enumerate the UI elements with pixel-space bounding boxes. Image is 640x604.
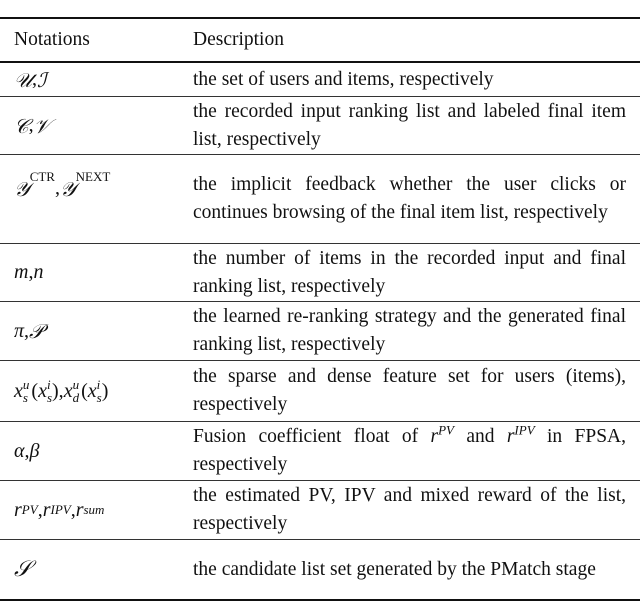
description-cell: the candidate list set generated by the … (193, 540, 626, 599)
notation-symbol: α (14, 439, 25, 462)
description-cell: Fusion coefficient float of rPV and rIPV… (193, 422, 626, 480)
description-cell: the estimated PV, IPV and mixed reward o… (193, 481, 626, 539)
notation-symbol: π (14, 319, 25, 342)
notation-cell: π, 𝒫 (14, 319, 44, 343)
description-cell: the implicit feedback whether the user c… (193, 155, 626, 243)
description-text: the number of items in the recorded inpu… (193, 247, 626, 297)
table-row: 𝒞, 𝒱 the recorded input ranking list and… (0, 97, 640, 154)
notation-symbol: m (14, 261, 29, 283)
description-text: the learned re-ranking strategy and the … (193, 306, 626, 355)
notation-symbol: 𝒮 (14, 557, 32, 582)
notation-cell: r PV, r IPV, r sum (14, 498, 105, 521)
description-text: the estimated PV, IPV and mixed reward o… (193, 485, 626, 534)
notation-symbol: 𝒞 (14, 113, 29, 138)
header-description: Description (193, 29, 284, 50)
notation-cell: m, n (14, 261, 44, 283)
description-text: the set of users and items, respectively (193, 68, 494, 90)
description-cell: the set of users and items, respectively (193, 63, 626, 96)
notation-symbol: β (29, 439, 40, 462)
description-text: the candidate list set generated by the … (193, 558, 596, 580)
table-row: r PV, r IPV, r sum the estimated PV, IPV an… (0, 481, 640, 539)
description-cell: the number of items in the recorded inpu… (193, 244, 626, 301)
notation-symbol: 𝒰 (14, 67, 32, 92)
notation-symbol: 𝒫 (29, 319, 44, 343)
notation-cell: 𝒴 CTR, 𝒴 NEXT (14, 169, 111, 201)
notation-cell: 𝒞, 𝒱 (14, 113, 51, 138)
table-row: m, n the number of items in the recorded… (0, 244, 640, 301)
notation-cell: α, β (14, 439, 40, 462)
table-row: α, β Fusion coefficient float of rPV and… (0, 422, 640, 480)
description-text: Fusion coefficient float of rPV and rIPV… (193, 422, 626, 476)
description-cell: the recorded input ranking list and labe… (193, 97, 626, 154)
table-row: 𝒮 the candidate list set generated by th… (0, 540, 640, 599)
description-cell: the learned re-ranking strategy and the … (193, 302, 626, 360)
notation-symbol: n (33, 261, 44, 283)
notation-symbol: 𝒱 (33, 113, 51, 138)
notation-cell: 𝒰, ℐ (14, 67, 47, 92)
description-cell: the sparse and dense feature set for use… (193, 361, 626, 421)
table-row: 𝒴 CTR, 𝒴 NEXT the implicit feedback whethe… (0, 155, 640, 243)
notation-table: Notations Description 𝒰, ℐ the set of us… (0, 0, 640, 604)
notation-cell: x u s(x i s), x u d(x i s) (14, 377, 109, 405)
notation-cell: 𝒮 (14, 540, 31, 599)
description-text: the sparse and dense feature set for use… (193, 366, 626, 415)
notation-symbol: ℐ (37, 67, 47, 92)
notation-symbol: 𝒴 (14, 177, 30, 201)
notation-symbol: 𝒴 (59, 177, 76, 201)
table-header-row: Notations Description (0, 19, 640, 61)
table-row: π, 𝒫 the learned re-ranking strategy and… (0, 302, 640, 360)
table-row: x u s(x i s), x u d(x i s) the sparse and dense … (0, 361, 640, 421)
table-row: 𝒰, ℐ the set of users and items, respect… (0, 63, 640, 96)
header-notations: Notations (14, 29, 90, 50)
bottom-rule (0, 599, 640, 601)
description-text: the recorded input ranking list and labe… (193, 100, 626, 150)
description-text: the implicit feedback whether the user c… (193, 174, 626, 223)
